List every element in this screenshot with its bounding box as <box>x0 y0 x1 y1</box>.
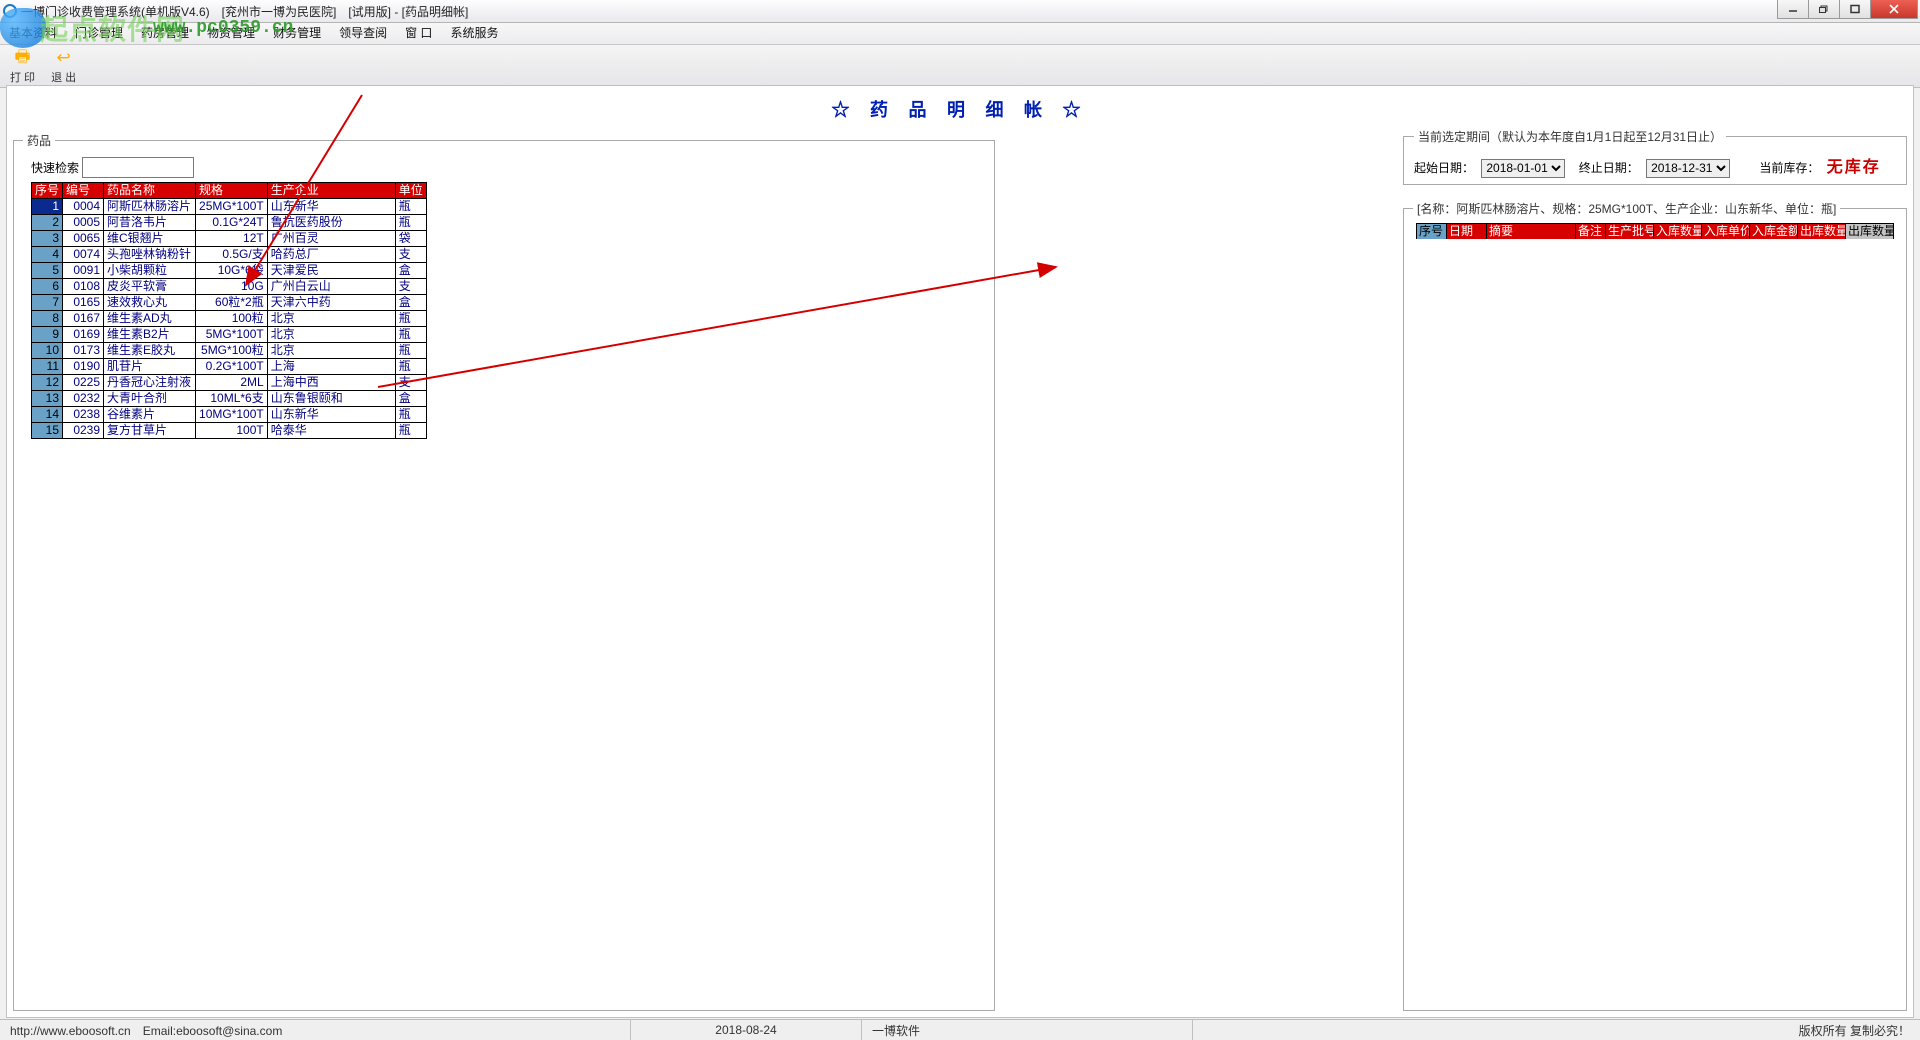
table-row[interactable]: 40074头孢唑林钠粉针0.5G/支哈药总厂支 <box>32 247 427 263</box>
menu-item[interactable]: 物资管理 <box>198 23 264 44</box>
status-bar: http://www.eboosoft.cn Email:eboosoft@si… <box>0 1019 1920 1040</box>
menu-item[interactable]: 系统服务 <box>441 23 507 44</box>
exit-button[interactable]: ↩ 退 出 <box>47 46 80 86</box>
detail-panel: [名称：阿斯匹林肠溶片、规格：25MG*100T、生产企业：山东新华、单位：瓶]… <box>1403 200 1907 1011</box>
menu-item[interactable]: 门诊管理 <box>66 23 132 44</box>
exit-icon: ↩ <box>53 47 75 69</box>
col-header: 规格 <box>196 183 268 199</box>
search-input[interactable] <box>82 157 194 178</box>
table-row[interactable]: 100173维生素E胶丸5MG*100粒北京瓶 <box>32 343 427 359</box>
status-date: 2018-08-24 <box>631 1020 862 1040</box>
col-header: 编号 <box>63 183 104 199</box>
end-date-select[interactable]: 2018-12-31 <box>1646 159 1730 178</box>
status-url: http://www.eboosoft.cn Email:eboosoft@si… <box>0 1020 631 1040</box>
table-row[interactable]: 10004阿斯匹林肠溶片25MG*100T山东新华瓶 <box>32 199 427 215</box>
stock-label: 当前库存： <box>1759 161 1819 175</box>
col-header: 生产批号 <box>1606 224 1654 240</box>
printer-icon: 🖶 <box>12 47 34 69</box>
detail-legend: [名称：阿斯匹林肠溶片、规格：25MG*100T、生产企业：山东新华、单位：瓶] <box>1413 200 1840 217</box>
drug-table[interactable]: 序号编号药品名称规格生产企业单位 10004阿斯匹林肠溶片25MG*100T山东… <box>31 182 427 439</box>
end-date-label: 终止日期： <box>1579 161 1639 175</box>
col-header: 单位 <box>395 183 426 199</box>
col-header: 入库金额 <box>1750 224 1798 240</box>
table-row[interactable]: 140238谷维素片10MG*100T山东新华瓶 <box>32 407 427 423</box>
col-header: 入库单价 <box>1702 224 1750 240</box>
menu-item[interactable]: 药房管理 <box>132 23 198 44</box>
menu-item[interactable]: 财务管理 <box>264 23 330 44</box>
col-header: 日期 <box>1447 224 1487 240</box>
menu-item[interactable]: 基本资料 <box>0 23 66 44</box>
col-header: 入库数量 <box>1654 224 1702 240</box>
col-header: 生产企业 <box>267 183 395 199</box>
col-header: 出库数量 <box>1846 224 1894 240</box>
app-icon <box>3 4 17 18</box>
status-copyright: 版权所有 复制必究！ <box>1789 1020 1920 1040</box>
drug-legend: 药品 <box>23 132 55 149</box>
table-row[interactable]: 150239复方甘草片100T哈泰华瓶 <box>32 423 427 439</box>
col-header: 备注 <box>1576 224 1606 240</box>
page-title: ☆ 药 品 明 细 帐 ☆ <box>7 96 1913 122</box>
close-button[interactable] <box>1870 0 1918 19</box>
detail-table[interactable]: 序号日期摘要备注生产批号入库数量入库单价入库金额出库数量出库数量 <box>1416 223 1894 240</box>
start-date-label: 起始日期： <box>1414 161 1474 175</box>
table-row[interactable]: 70165速效救心丸60粒*2瓶天津六中药盒 <box>32 295 427 311</box>
period-legend: 当前选定期间（默认为本年度自1月1日起至12月31日止） <box>1414 128 1726 145</box>
table-row[interactable]: 50091小柴胡颗粒10G*6袋天津爱民盒 <box>32 263 427 279</box>
col-header: 药品名称 <box>104 183 196 199</box>
table-row[interactable]: 30065维C银翘片12T广州百灵袋 <box>32 231 427 247</box>
search-label: 快速检索 <box>31 161 79 175</box>
table-row[interactable]: 90169维生素B2片5MG*100T北京瓶 <box>32 327 427 343</box>
table-row[interactable]: 130232大青叶合剂10ML*6支山东鲁银颐和盒 <box>32 391 427 407</box>
col-header: 出库数量 <box>1798 224 1846 240</box>
stock-value: 无库存 <box>1827 159 1881 176</box>
table-row[interactable]: 80167维生素AD丸100粒北京瓶 <box>32 311 427 327</box>
menu-item[interactable]: 领导查阅 <box>330 23 396 44</box>
drug-list-panel: 药品 快速检索 序号编号药品名称规格生产企业单位 10004阿斯匹林肠溶片25M… <box>13 132 995 1011</box>
print-button[interactable]: 🖶 打 印 <box>6 46 39 86</box>
menu-item[interactable]: 窗 口 <box>396 23 441 44</box>
table-row[interactable]: 120225丹香冠心注射液2ML上海中西支 <box>32 375 427 391</box>
col-header: 序号 <box>1417 224 1447 240</box>
restore-button[interactable] <box>1808 0 1840 19</box>
maximize-button[interactable] <box>1839 0 1871 19</box>
start-date-select[interactable]: 2018-01-01 <box>1481 159 1565 178</box>
table-row[interactable]: 20005阿昔洛韦片0.1G*24T鲁抗医药股份瓶 <box>32 215 427 231</box>
minimize-button[interactable] <box>1777 0 1809 19</box>
period-panel: 当前选定期间（默认为本年度自1月1日起至12月31日止） 起始日期： 2018-… <box>1403 128 1907 185</box>
col-header: 摘要 <box>1487 224 1576 240</box>
table-row[interactable]: 60108皮炎平软膏10G广州白云山支 <box>32 279 427 295</box>
window-title: 一博门诊收费管理系统(单机版V4.6) [兖州市一博为民医院] [试用版] - … <box>21 3 468 20</box>
status-vendor: 一博软件 <box>862 1020 1193 1040</box>
col-header: 序号 <box>32 183 63 199</box>
table-row[interactable]: 110190肌苷片0.2G*100T上海瓶 <box>32 359 427 375</box>
